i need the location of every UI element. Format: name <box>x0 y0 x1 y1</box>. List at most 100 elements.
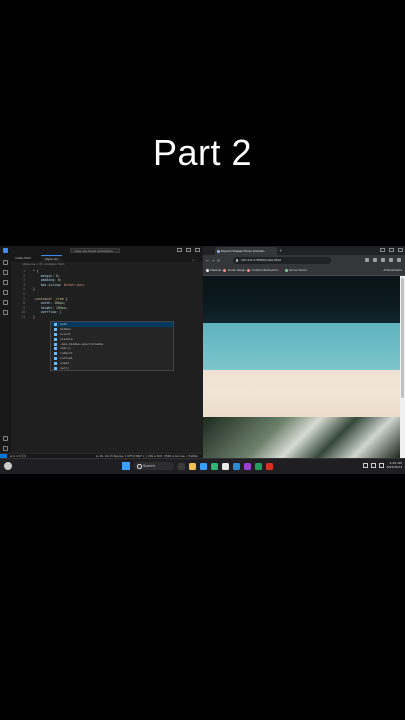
browser-tabbar: Expand Shapes Hover Animati... + <box>203 246 405 255</box>
browser-window-controls <box>380 248 403 252</box>
bookmark-label: Source Social <box>289 269 307 272</box>
value-icon <box>54 362 57 366</box>
taskbar-apps: Search <box>122 462 273 470</box>
taskbar-app-icon[interactable] <box>189 462 196 470</box>
kebab-menu-icon[interactable] <box>397 258 401 262</box>
bookmark-favicon-icon <box>223 269 227 272</box>
bookmark-favicon-icon <box>284 269 288 272</box>
address-bar[interactable]: 127.0.0.1:5500/index.html <box>233 257 331 264</box>
address-bar-url: 127.0.0.1:5500/index.html <box>241 258 281 262</box>
maximize-button[interactable] <box>186 248 191 252</box>
taskbar-search[interactable]: Search <box>134 462 174 470</box>
browser-tab-title: Expand Shapes Hover Animati... <box>221 249 267 253</box>
all-bookmarks-link[interactable]: All Bookmarks <box>383 266 402 275</box>
extension-icons <box>365 258 401 262</box>
page-viewport <box>203 276 405 458</box>
value-icon <box>54 322 57 326</box>
line-number: 11 <box>21 315 25 319</box>
bookmarks-bar: All Bookmarks Material Sneak Design CineOn… <box>203 266 405 276</box>
browser-minimize-button[interactable] <box>380 248 385 252</box>
value-icon <box>54 337 57 341</box>
puzzle-icon[interactable] <box>381 258 385 262</box>
value-icon <box>54 352 57 356</box>
menu-more-icon[interactable]: ··· <box>12 249 15 253</box>
browser-toolbar: ←→⟳ 127.0.0.1:5500/index.html <box>203 255 405 266</box>
suggestion-item[interactable]: var() <box>51 366 173 371</box>
close-button[interactable] <box>195 248 200 252</box>
system-tray: 2:25 AM 8/25/2024 <box>362 461 402 469</box>
taskbar-app-icon[interactable] <box>222 462 229 470</box>
wifi-icon[interactable] <box>370 462 376 468</box>
clock-date: 8/25/2024 <box>386 465 402 469</box>
vscode-window: ··· copy css hover animation index.html … <box>0 246 202 459</box>
autocomplete-suggestions: auto hidden scroll visible -moz-hidden-unscr… <box>50 321 174 371</box>
tab-style-css[interactable]: style.css <box>41 255 62 262</box>
taskbar-app-icon[interactable] <box>244 462 251 470</box>
scrollbar-thumb[interactable] <box>401 278 404 398</box>
taskbar-app-icon[interactable] <box>233 462 240 470</box>
nav-buttons[interactable]: ←→⟳ <box>206 258 222 263</box>
tab-index-html[interactable]: index.html <box>11 255 35 262</box>
shape-panel-teal[interactable] <box>203 323 400 370</box>
taskbar-app-icon[interactable] <box>211 462 218 470</box>
vscode-titlebar: ··· copy css hover animation <box>0 246 202 255</box>
value-icon <box>54 347 57 351</box>
minimize-button[interactable] <box>177 248 182 252</box>
browser-close-button[interactable] <box>398 248 403 252</box>
value-icon <box>54 357 57 361</box>
code-line[interactable]: box-sizing: border-box; <box>33 283 85 288</box>
bookmark-item[interactable]: Sneak Design <box>223 266 246 275</box>
code-line[interactable]: } <box>33 287 35 292</box>
bookmark-star-icon[interactable] <box>365 258 369 262</box>
windows-taskbar: Search 2:25 AM 8/25/2024 <box>0 458 405 474</box>
bookmark-item[interactable]: Source Social <box>284 266 307 275</box>
tray-chevron-icon[interactable] <box>362 462 368 468</box>
taskbar-app-icon[interactable] <box>200 462 207 470</box>
run-debug-icon[interactable] <box>3 290 8 295</box>
value-icon <box>54 332 57 336</box>
volume-icon[interactable] <box>378 462 384 468</box>
taskbar-app-icon[interactable] <box>266 462 273 470</box>
shape-panel-cream[interactable] <box>203 370 400 417</box>
bookmark-label: CineOne Studio/and... <box>251 269 280 272</box>
extension-icon[interactable] <box>373 258 377 262</box>
shape-panel-foliage-image[interactable] <box>203 417 400 458</box>
account-icon[interactable] <box>3 436 8 441</box>
weather-widget-icon[interactable] <box>4 462 12 470</box>
explorer-icon[interactable] <box>3 260 8 265</box>
code-line[interactable]: } <box>33 315 35 320</box>
value-icon <box>54 327 57 331</box>
value-icon <box>54 342 57 346</box>
editor-tabs: index.html style.css ▯ ··· <box>11 255 202 262</box>
search-icon[interactable] <box>3 270 8 275</box>
vscode-logo-icon <box>3 248 8 253</box>
taskbar-app-icon[interactable] <box>255 462 262 470</box>
taskbar-app-icon[interactable] <box>178 462 185 470</box>
source-control-icon[interactable] <box>3 280 8 285</box>
suggestion-label: var() <box>60 366 70 371</box>
bookmark-label: Sneak Design <box>227 269 246 272</box>
command-center-search[interactable]: copy css hover animation <box>70 248 120 253</box>
browser-maximize-button[interactable] <box>389 248 394 252</box>
extensions-icon[interactable] <box>3 300 8 305</box>
new-tab-icon[interactable]: + <box>279 247 282 255</box>
desktop-screen: ··· copy css hover animation index.html … <box>0 246 405 474</box>
page-scrollbar[interactable] <box>400 276 405 458</box>
overlay-title: Part 2 <box>152 132 253 173</box>
bookmark-item[interactable]: CineOne Studio/and... <box>247 266 280 275</box>
code-line[interactable]: overflow: | <box>33 310 62 315</box>
shape-panel-dark[interactable] <box>203 276 400 323</box>
bookmark-favicon-icon <box>206 269 209 272</box>
browser-tab[interactable]: Expand Shapes Hover Animati... <box>215 247 277 255</box>
bookmark-favicon-icon <box>247 269 250 272</box>
profile-icon[interactable] <box>389 258 393 262</box>
window-controls <box>177 248 200 252</box>
site-info-icon[interactable] <box>236 259 238 262</box>
start-button[interactable] <box>122 462 130 470</box>
favicon-icon <box>217 249 220 253</box>
clock[interactable]: 2:25 AM 8/25/2024 <box>387 461 402 469</box>
bookmark-label: Material <box>210 269 222 272</box>
settings-gear-icon[interactable] <box>3 446 8 451</box>
remote-explorer-icon[interactable] <box>3 310 8 315</box>
bookmark-item[interactable]: Material <box>206 266 221 275</box>
